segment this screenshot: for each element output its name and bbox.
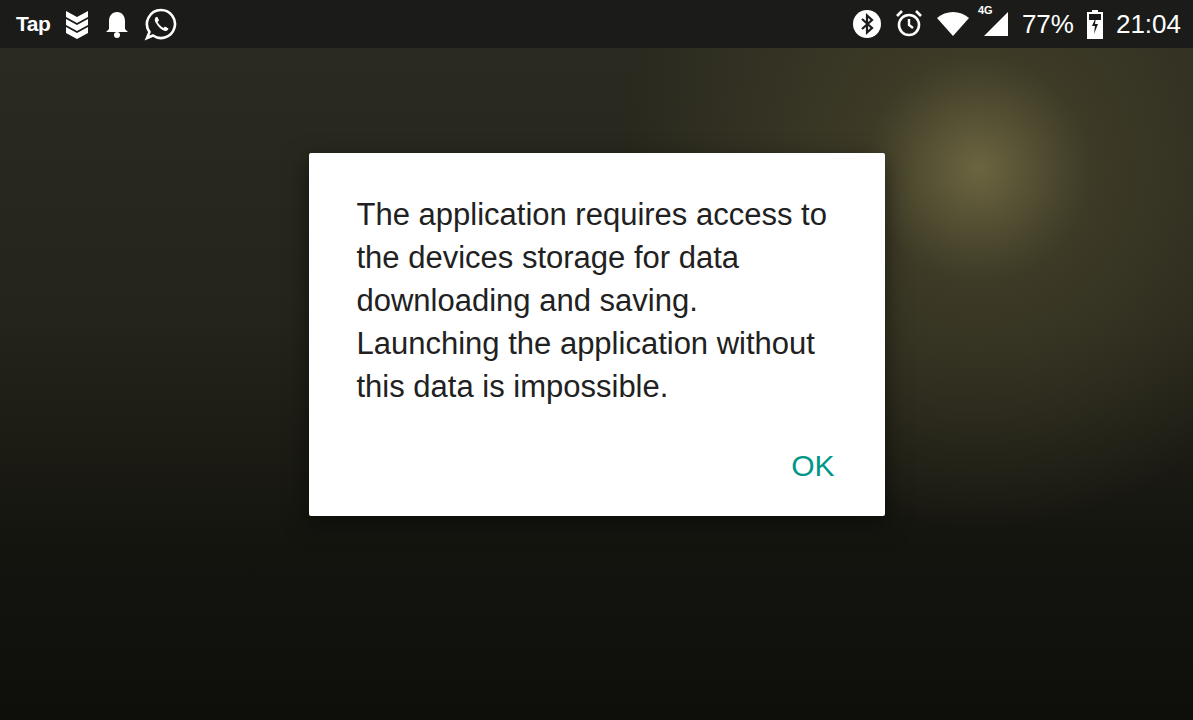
wifi-icon [936, 10, 970, 38]
clock: 21:04 [1116, 9, 1181, 40]
screen: Tap 4G 77% 21:04 The application requires ac… [0, 0, 1193, 720]
whatsapp-icon [144, 7, 178, 41]
status-bar: Tap 4G 77% 21:04 [0, 0, 1193, 48]
app-label: Tap [16, 12, 50, 36]
bell-icon [104, 9, 130, 39]
alarm-icon [894, 9, 924, 39]
signal-strength: 4G [982, 10, 1010, 38]
dialog-message: The application requires access to the d… [357, 193, 837, 408]
battery-percent: 77% [1022, 9, 1074, 40]
bluetooth-icon [852, 9, 882, 39]
battery-icon [1086, 9, 1104, 39]
ok-button[interactable]: OK [775, 440, 850, 492]
chevrons-icon [64, 9, 90, 39]
dialog-actions: OK [357, 440, 851, 492]
background-image: The application requires access to the d… [0, 48, 1193, 720]
network-type: 4G [978, 4, 993, 16]
permission-dialog: The application requires access to the d… [309, 153, 885, 516]
